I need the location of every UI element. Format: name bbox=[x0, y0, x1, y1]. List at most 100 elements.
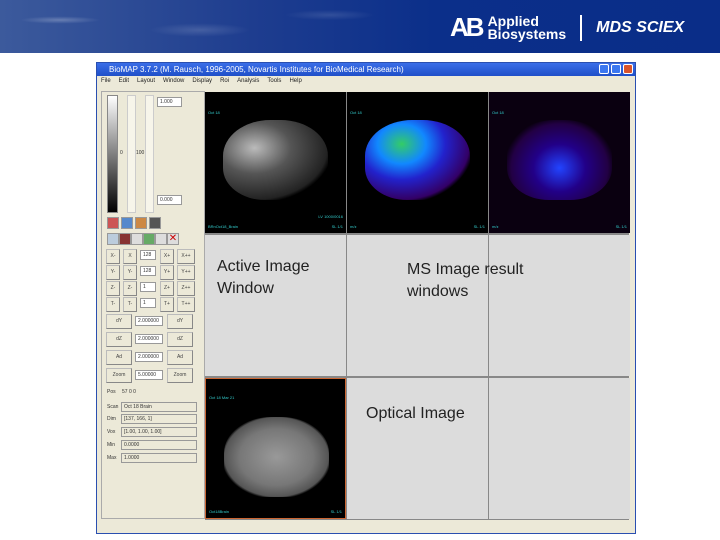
y-plusplus-button[interactable]: Y++ bbox=[177, 265, 195, 280]
x-button[interactable]: X bbox=[123, 249, 137, 264]
empty-window[interactable] bbox=[489, 235, 630, 376]
annotation-optical-image: Optical Image bbox=[366, 405, 465, 422]
active-image-window[interactable]: Oct 18 LV 1000/0016 BRnOct18_Brain SL 1/… bbox=[205, 92, 346, 233]
menu-help[interactable]: Help bbox=[289, 76, 301, 87]
slide-banner: AB Applied Biosystems MDS SCIEX bbox=[0, 0, 720, 53]
menu-layout[interactable]: Layout bbox=[137, 76, 155, 87]
z-minus-button[interactable]: Z- bbox=[106, 281, 120, 296]
frame-icon[interactable] bbox=[107, 233, 119, 245]
company-logo: AB Applied Biosystems MDS SCIEX bbox=[450, 12, 685, 42]
empty-window[interactable] bbox=[347, 378, 488, 519]
menu-analysis[interactable]: Analysis bbox=[237, 76, 259, 87]
brain-icon[interactable] bbox=[135, 217, 147, 229]
dz-minus-button[interactable]: dZ bbox=[106, 332, 132, 347]
vox-label: Vox bbox=[107, 429, 116, 435]
slice-label: SL 1/1 bbox=[330, 509, 342, 514]
x-plus-button[interactable]: X+ bbox=[160, 249, 174, 264]
ad-field[interactable]: 2.000000 bbox=[135, 352, 163, 362]
y-minus-button[interactable]: Y- bbox=[106, 265, 120, 280]
banner-pattern bbox=[0, 0, 420, 53]
z-field[interactable]: 1 bbox=[140, 282, 156, 292]
ad-plus-button[interactable]: Ad bbox=[167, 350, 193, 365]
image-info: LV 1000/0016 bbox=[318, 214, 343, 219]
slice-label: SL 1/1 bbox=[473, 224, 485, 229]
dy-field[interactable]: 2.000000 bbox=[135, 316, 163, 326]
z-plus-button[interactable]: Z+ bbox=[160, 281, 174, 296]
dim-value: [137, 166, 1] bbox=[121, 414, 197, 424]
scan-label: Scan bbox=[107, 404, 119, 410]
menu-edit[interactable]: Edit bbox=[119, 76, 129, 87]
control-panel: 0 100 1.000 0.000 ✕ X- X 128 X+ X++ Y- Y… bbox=[101, 91, 205, 519]
brain-image-grayscale bbox=[223, 120, 328, 200]
zoom-icon[interactable] bbox=[155, 233, 167, 245]
menu-roi[interactable]: Roi bbox=[220, 76, 229, 87]
image-grid: Oct 18 LV 1000/0016 BRnOct18_Brain SL 1/… bbox=[205, 92, 630, 520]
colorbar bbox=[107, 95, 118, 213]
y-field[interactable]: 128 bbox=[140, 266, 156, 276]
image-name: Oct18Brain bbox=[209, 509, 230, 514]
image-label: Oct 18 bbox=[350, 110, 362, 115]
palette-icon[interactable] bbox=[119, 233, 131, 245]
ms-image-window-2[interactable]: Oct 18 m/z SL 1/1 bbox=[489, 92, 630, 233]
t-field[interactable]: 1 bbox=[140, 298, 156, 308]
zoom-plus-button[interactable]: Zoom bbox=[167, 368, 193, 383]
menu-window[interactable]: Window bbox=[163, 76, 184, 87]
t-button[interactable]: T- bbox=[123, 297, 137, 312]
window-title: BioMAP 3.7.2 (M. Rausch, 1996-2005, Nova… bbox=[109, 65, 404, 74]
y-plus-button[interactable]: Y+ bbox=[160, 265, 174, 280]
slice-label: SL 1/1 bbox=[615, 224, 627, 229]
dz-plus-button[interactable]: dZ bbox=[167, 332, 193, 347]
brain-image-ms bbox=[507, 120, 612, 200]
image-name: m/z bbox=[492, 224, 499, 229]
brain-image-optical bbox=[224, 417, 329, 497]
optical-image-window[interactable]: Oct 18 Mar 21 Oct18Brain SL 1/1 bbox=[205, 378, 346, 519]
image-name: m/z bbox=[350, 224, 357, 229]
drop-icon[interactable] bbox=[121, 217, 133, 229]
dy-minus-button[interactable]: dY bbox=[106, 314, 132, 329]
t-minus-button[interactable]: T- bbox=[106, 297, 120, 312]
empty-window[interactable] bbox=[489, 378, 630, 519]
dy-plus-button[interactable]: dY bbox=[167, 314, 193, 329]
image-label: Oct 18 bbox=[492, 110, 504, 115]
slice-label: SL 1/1 bbox=[331, 224, 343, 229]
x-field[interactable]: 128 bbox=[140, 250, 156, 260]
x-plusplus-button[interactable]: X++ bbox=[177, 249, 195, 264]
zoom-minus-button[interactable]: Zoom bbox=[106, 368, 132, 383]
image-name: BRnOct18_Brain bbox=[208, 224, 239, 229]
menu-tools[interactable]: Tools bbox=[267, 76, 281, 87]
arrows-leftright-icon[interactable] bbox=[143, 233, 155, 245]
x-minus-button[interactable]: X- bbox=[106, 249, 120, 264]
title-bar: BioMAP 3.7.2 (M. Rausch, 1996-2005, Nova… bbox=[97, 63, 635, 76]
max-value-field[interactable]: 1.000 bbox=[157, 97, 182, 107]
close-button[interactable] bbox=[623, 64, 633, 74]
head-icon[interactable] bbox=[149, 217, 161, 229]
ad-minus-button[interactable]: Ad bbox=[106, 350, 132, 365]
slider-right-value: 100 bbox=[136, 150, 145, 156]
min-label: Min bbox=[107, 442, 116, 448]
ms-image-window-1[interactable]: Oct 18 m/z SL 1/1 bbox=[347, 92, 488, 233]
colormap-icon[interactable] bbox=[107, 217, 119, 229]
y-button[interactable]: Y- bbox=[123, 265, 137, 280]
menu-display[interactable]: Display bbox=[192, 76, 212, 87]
t-plusplus-button[interactable]: T++ bbox=[177, 297, 195, 312]
min-value: 0.0000 bbox=[121, 440, 197, 450]
image-label: Oct 18 bbox=[208, 110, 220, 115]
max-slider[interactable] bbox=[145, 95, 154, 213]
menu-file[interactable]: File bbox=[101, 76, 111, 87]
max-label: Max bbox=[107, 455, 117, 461]
vox-value: [1.00, 1.00, 1.00] bbox=[121, 427, 197, 437]
max-value: 1.0000 bbox=[121, 453, 197, 463]
delete-icon[interactable]: ✕ bbox=[167, 233, 179, 245]
arrows-updown-icon[interactable] bbox=[131, 233, 143, 245]
dz-field[interactable]: 2.000000 bbox=[135, 334, 163, 344]
minimize-button[interactable] bbox=[599, 64, 609, 74]
t-plus-button[interactable]: T+ bbox=[160, 297, 174, 312]
min-value-field[interactable]: 0.000 bbox=[157, 195, 182, 205]
zoom-field[interactable]: 5.00000 bbox=[135, 370, 163, 380]
z-button[interactable]: Z- bbox=[123, 281, 137, 296]
maximize-button[interactable] bbox=[611, 64, 621, 74]
slider-left-value: 0 bbox=[120, 150, 123, 156]
empty-window[interactable] bbox=[347, 235, 488, 376]
min-slider[interactable] bbox=[127, 95, 136, 213]
z-plusplus-button[interactable]: Z++ bbox=[177, 281, 195, 296]
